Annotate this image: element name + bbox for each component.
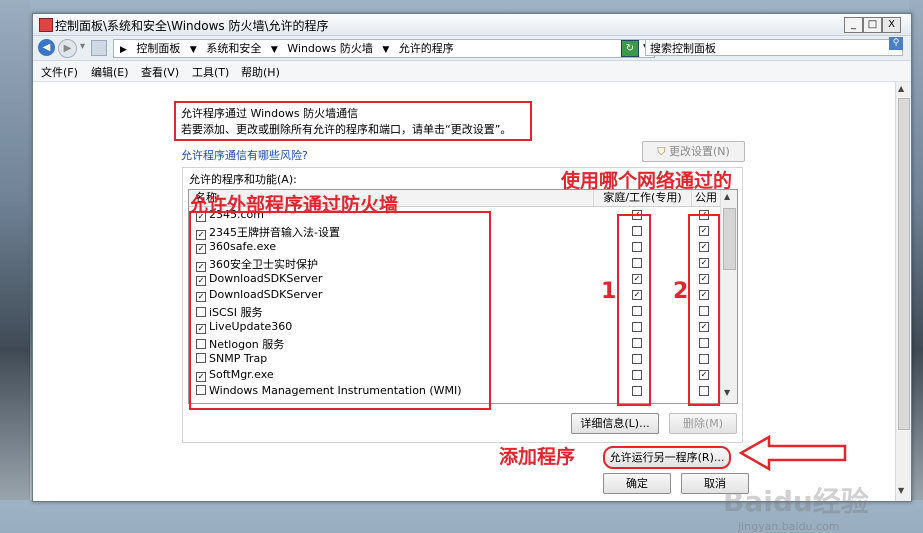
breadcrumb[interactable]: ▶ 控制面板 ▼ 系统和安全 ▼ Windows 防火墙 ▼ 允许的程序 ▼ xyxy=(113,39,655,58)
window-title: 控制面板\系统和安全\Windows 防火墙\允许的程序 xyxy=(55,19,329,33)
minimize-button[interactable]: _ xyxy=(844,17,863,33)
menu-bar: 文件(F) 编辑(E) 查看(V) 工具(T) 帮助(H) xyxy=(33,61,911,82)
breadcrumb-allowed-programs[interactable]: 允许的程序 xyxy=(399,40,454,57)
remove-button[interactable]: 删除(M) xyxy=(669,413,737,434)
cancel-button[interactable]: 取消 xyxy=(681,473,749,494)
page-scroll-up-icon[interactable]: ▲ xyxy=(898,84,904,93)
search-icon[interactable]: ⚲ xyxy=(889,37,903,50)
breadcrumb-control-panel[interactable]: 控制面板 xyxy=(136,40,180,57)
search-input[interactable]: 搜索控制面板 xyxy=(645,39,903,56)
recent-pages-chevron-icon[interactable]: ▾ xyxy=(80,41,85,52)
control-panel-window: 控制面板\系统和安全\Windows 防火墙\允许的程序 _ □ X ◀ ▶ ▾… xyxy=(32,13,912,533)
change-settings-label: 更改设置(N) xyxy=(668,145,730,158)
public-column-highlight-box xyxy=(688,214,720,406)
baidu-watermark-url: jingyan.baidu.com xyxy=(738,520,840,533)
page-scrollbar[interactable]: ▲ ▼ xyxy=(895,82,911,501)
annotation-number-1: 1 xyxy=(601,279,617,304)
chevron-right-icon: ▶ xyxy=(120,45,127,55)
menu-edit[interactable]: 编辑(E) xyxy=(91,64,129,80)
page-scroll-down-icon[interactable]: ▼ xyxy=(898,486,904,495)
annotation-which-network: 使用哪个网络通过的 xyxy=(561,170,733,192)
chevron-down-icon[interactable]: ▼ xyxy=(271,45,278,55)
annotation-arrow-icon xyxy=(739,434,847,472)
menu-view[interactable]: 查看(V) xyxy=(141,64,179,80)
control-panel-icon xyxy=(91,40,107,56)
page-scroll-thumb[interactable] xyxy=(898,98,910,430)
breadcrumb-windows-firewall[interactable]: Windows 防火墙 xyxy=(287,40,373,57)
list-scrollbar[interactable]: ▲ ▼ xyxy=(720,190,737,403)
allow-another-program-button[interactable]: 允许运行另一程序(R)... xyxy=(603,446,731,469)
scroll-down-icon[interactable]: ▼ xyxy=(724,388,730,397)
annotation-outside-programs: 允许外部程序通过防火墙 xyxy=(189,194,399,216)
address-bar: ◀ ▶ ▾ ▶ 控制面板 ▼ 系统和安全 ▼ Windows 防火墙 ▼ 允许的… xyxy=(33,36,911,61)
annotation-add-program: 添加程序 xyxy=(499,446,576,468)
page-description: 若要添加、更改或删除所有允许的程序和端口，请单击“更改设置”。 xyxy=(181,123,512,136)
scroll-up-icon[interactable]: ▲ xyxy=(724,192,730,201)
home-column-highlight-box xyxy=(617,214,651,406)
forward-arrow-icon[interactable]: ▶ xyxy=(58,39,77,58)
main-content: 允许程序通过 Windows 防火墙通信 若要添加、更改或删除所有允许的程序和端… xyxy=(33,82,895,533)
menu-file[interactable]: 文件(F) xyxy=(41,64,78,80)
chevron-down-icon[interactable]: ▼ xyxy=(382,45,389,55)
risk-help-link[interactable]: 允许程序通信有哪些风险? xyxy=(181,147,308,163)
refresh-icon[interactable]: ↻ xyxy=(621,40,639,57)
back-arrow-icon[interactable]: ◀ xyxy=(38,39,55,56)
menu-help[interactable]: 帮助(H) xyxy=(241,64,280,80)
group-label: 允许的程序和功能(A): xyxy=(189,173,297,186)
close-button[interactable]: X xyxy=(882,17,901,33)
annotation-number-2: 2 xyxy=(673,279,689,304)
ok-button[interactable]: 确定 xyxy=(603,473,671,494)
list-scroll-thumb[interactable] xyxy=(723,208,736,270)
change-settings-button[interactable]: ⛉ 更改设置(N) xyxy=(642,141,745,162)
background-landscape-left xyxy=(0,0,30,500)
chevron-down-icon[interactable]: ▼ xyxy=(190,45,197,55)
shield-icon: ⛉ xyxy=(657,145,666,158)
page-title: 允许程序通过 Windows 防火墙通信 xyxy=(181,107,359,120)
firewall-app-icon xyxy=(39,18,53,32)
details-button[interactable]: 详细信息(L)... xyxy=(571,413,659,434)
menu-tools[interactable]: 工具(T) xyxy=(192,64,229,80)
maximize-button[interactable]: □ xyxy=(863,17,882,33)
program-names-highlight-box xyxy=(189,211,491,410)
breadcrumb-system-security[interactable]: 系统和安全 xyxy=(206,40,261,57)
title-bar: 控制面板\系统和安全\Windows 防火墙\允许的程序 _ □ X xyxy=(33,14,911,36)
